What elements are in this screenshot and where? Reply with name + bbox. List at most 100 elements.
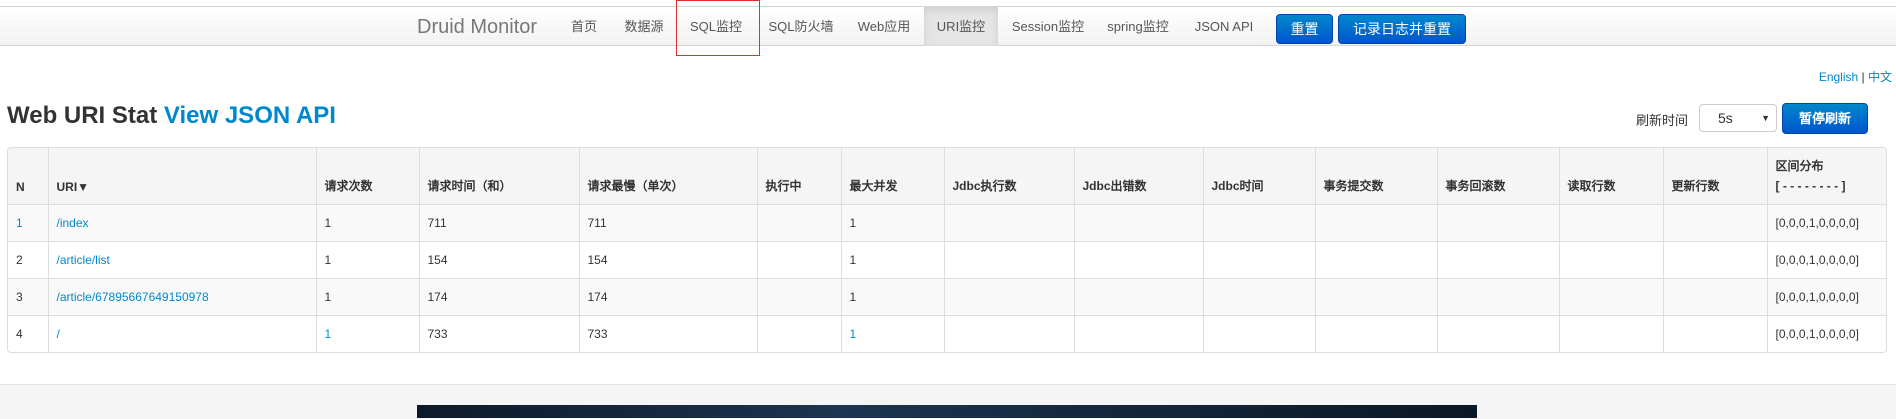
cell-histogram: [0,0,0,1,0,0,0,0] bbox=[1766, 203, 1886, 241]
cell-request-time-max: 733 bbox=[578, 314, 757, 352]
col-header-tx-commit[interactable]: 事务提交数 bbox=[1314, 148, 1437, 204]
brand-title[interactable]: Druid Monitor bbox=[417, 16, 537, 39]
cell-tx-commit bbox=[1314, 314, 1437, 352]
col-header-jdbc-exec[interactable]: Jdbc执行数 bbox=[943, 148, 1074, 204]
cell-request-time-sum: 733 bbox=[418, 314, 579, 352]
view-json-api-link[interactable]: View JSON API bbox=[164, 102, 336, 129]
cell-jdbc-error bbox=[1073, 314, 1203, 352]
cell-uri-link[interactable]: /index bbox=[47, 203, 316, 241]
cell-fetch-rows bbox=[1558, 314, 1663, 352]
cell-n: 1 bbox=[8, 203, 48, 241]
cell-running bbox=[756, 277, 841, 315]
col-header-histogram[interactable]: 区间分布 [ - - - - - - - - ] bbox=[1766, 148, 1886, 204]
cell-n: 2 bbox=[8, 240, 48, 278]
nav-uri-monitor[interactable]: URI监控 bbox=[924, 7, 998, 46]
cell-tx-commit bbox=[1314, 203, 1437, 241]
cell-histogram: [0,0,0,1,0,0,0,0] bbox=[1766, 314, 1886, 352]
footer-banner-image bbox=[417, 405, 1477, 418]
col-header-update-rows[interactable]: 更新行数 bbox=[1662, 148, 1767, 204]
cell-request-time-max: 154 bbox=[578, 240, 757, 278]
table-header-row: N URI▼ 请求次数 请求时间（和） 请求最慢（单次） 执行中 最大并发 Jd… bbox=[8, 148, 1886, 204]
cell-request-time-sum: 154 bbox=[418, 240, 579, 278]
cell-uri-link[interactable]: / bbox=[47, 314, 316, 352]
lang-separator: | bbox=[1861, 70, 1865, 84]
cell-uri-link[interactable]: /article/list bbox=[47, 240, 316, 278]
cell-request-time-sum: 711 bbox=[418, 203, 579, 241]
col-header-jdbc-time[interactable]: Jdbc时间 bbox=[1202, 148, 1315, 204]
col-header-request-time-sum[interactable]: 请求时间（和） bbox=[418, 148, 579, 204]
col-header-request-count[interactable]: 请求次数 bbox=[315, 148, 419, 204]
cell-running bbox=[756, 240, 841, 278]
table-row: 4 / 1 733 733 1 [0,0,0,1,0,0,0,0] bbox=[8, 314, 1886, 352]
cell-request-time-max: 174 bbox=[578, 277, 757, 315]
lang-english-link[interactable]: English bbox=[1819, 70, 1858, 84]
cell-jdbc-error bbox=[1073, 203, 1203, 241]
cell-tx-rollback bbox=[1436, 240, 1559, 278]
table-row: 1 /index 1 711 711 1 [0,0,0,1,0,0,0,0] bbox=[8, 203, 1886, 241]
cell-concurrent-max: 1 bbox=[840, 277, 944, 315]
cell-request-count: 1 bbox=[315, 240, 419, 278]
cell-update-rows bbox=[1662, 277, 1767, 315]
cell-update-rows bbox=[1662, 314, 1767, 352]
cell-uri-link[interactable]: /article/67895667649150978 bbox=[47, 277, 316, 315]
nav-json-api[interactable]: JSON API bbox=[1186, 7, 1262, 46]
cell-update-rows bbox=[1662, 203, 1767, 241]
chevron-down-icon: ▼ bbox=[1761, 113, 1770, 123]
cell-request-count: 1 bbox=[315, 277, 419, 315]
col-header-concurrent-max[interactable]: 最大并发 bbox=[840, 148, 944, 204]
cell-jdbc-exec bbox=[943, 314, 1074, 352]
col-header-tx-rollback[interactable]: 事务回滚数 bbox=[1436, 148, 1559, 204]
nav-web-app[interactable]: Web应用 bbox=[852, 7, 916, 46]
cell-fetch-rows bbox=[1558, 240, 1663, 278]
cell-concurrent-max: 1 bbox=[840, 240, 944, 278]
log-and-reset-button[interactable]: 记录日志并重置 bbox=[1338, 14, 1466, 44]
nav-datasource[interactable]: 数据源 bbox=[618, 7, 670, 46]
col-header-jdbc-error[interactable]: Jdbc出错数 bbox=[1073, 148, 1203, 204]
cell-fetch-rows bbox=[1558, 203, 1663, 241]
cell-histogram: [0,0,0,1,0,0,0,0] bbox=[1766, 240, 1886, 278]
cell-tx-commit bbox=[1314, 277, 1437, 315]
cell-jdbc-time bbox=[1202, 240, 1315, 278]
page-title-text: Web URI Stat bbox=[7, 102, 158, 129]
col-header-running[interactable]: 执行中 bbox=[756, 148, 841, 204]
col-header-fetch-rows[interactable]: 读取行数 bbox=[1558, 148, 1663, 204]
col-header-request-time-max[interactable]: 请求最慢（单次） bbox=[578, 148, 757, 204]
cell-jdbc-error bbox=[1073, 277, 1203, 315]
cell-n: 4 bbox=[8, 314, 48, 352]
refresh-interval-label: 刷新时间 bbox=[1636, 113, 1689, 128]
nav-sql-firewall[interactable]: SQL防火墙 bbox=[762, 7, 840, 46]
cell-jdbc-time bbox=[1202, 277, 1315, 315]
cell-jdbc-time bbox=[1202, 203, 1315, 241]
cell-running bbox=[756, 203, 841, 241]
cell-request-count: 1 bbox=[315, 314, 419, 352]
cell-jdbc-exec bbox=[943, 240, 1074, 278]
nav-spring-monitor[interactable]: spring监控 bbox=[1102, 7, 1174, 46]
cell-jdbc-exec bbox=[943, 203, 1074, 241]
pause-refresh-button[interactable]: 暂停刷新 bbox=[1782, 103, 1868, 134]
histogram-header-sub: [ - - - - - - - - ] bbox=[1775, 178, 1846, 193]
histogram-header-title: 区间分布 bbox=[1775, 158, 1824, 173]
cell-jdbc-exec bbox=[943, 277, 1074, 315]
refresh-interval-value: 5s bbox=[1718, 110, 1733, 126]
top-navbar: Druid Monitor 首页 数据源 SQL监控 SQL防火墙 Web应用 … bbox=[0, 6, 1896, 46]
nav-session-monitor[interactable]: Session监控 bbox=[1006, 7, 1090, 46]
nav-home[interactable]: 首页 bbox=[562, 7, 606, 46]
cell-fetch-rows bbox=[1558, 277, 1663, 315]
reset-button[interactable]: 重置 bbox=[1276, 14, 1333, 44]
table-row: 3 /article/67895667649150978 1 174 174 1… bbox=[8, 277, 1886, 315]
lang-chinese-link[interactable]: 中文 bbox=[1868, 70, 1892, 84]
col-header-n[interactable]: N bbox=[8, 148, 48, 204]
cell-jdbc-error bbox=[1073, 240, 1203, 278]
uri-stat-table: N URI▼ 请求次数 请求时间（和） 请求最慢（单次） 执行中 最大并发 Jd… bbox=[7, 147, 1887, 353]
cell-update-rows bbox=[1662, 240, 1767, 278]
refresh-interval-select[interactable]: 5s ▼ bbox=[1699, 104, 1777, 132]
cell-concurrent-max: 1 bbox=[840, 314, 944, 352]
language-switch: English | 中文 bbox=[1819, 68, 1892, 85]
nav-sql-monitor[interactable]: SQL监控 bbox=[682, 7, 750, 46]
col-header-uri[interactable]: URI▼ bbox=[47, 148, 316, 204]
cell-jdbc-time bbox=[1202, 314, 1315, 352]
cell-n: 3 bbox=[8, 277, 48, 315]
cell-running bbox=[756, 314, 841, 352]
cell-tx-rollback bbox=[1436, 203, 1559, 241]
cell-concurrent-max: 1 bbox=[840, 203, 944, 241]
